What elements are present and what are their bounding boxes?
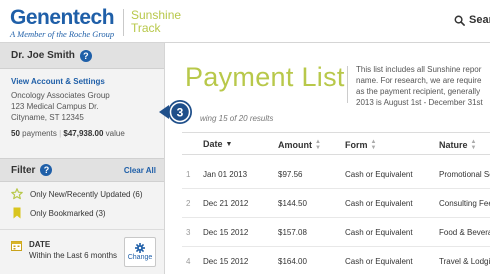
cell-form: Cash or Equivalent xyxy=(345,199,413,208)
logo-tagline: A Member of the Roche Group xyxy=(10,29,115,39)
account-totals: 50 payments | $47,938.00 value xyxy=(11,129,125,138)
payments-count: 50 xyxy=(11,129,20,138)
change-label: Change xyxy=(127,254,153,261)
cell-date: Dec 21 2012 xyxy=(203,199,249,208)
sort-icon: ▲ ▼ xyxy=(315,139,321,151)
cell-date: Dec 15 2012 xyxy=(203,228,249,237)
filter-label: Only New/Recently Updated (6) xyxy=(30,189,143,199)
column-nature[interactable]: Nature ▲ ▼ xyxy=(439,139,476,151)
filter-new-updated[interactable]: Only New/Recently Updated (6) xyxy=(11,188,143,200)
genentech-logo[interactable]: Genentech A Member of the Roche Group xyxy=(10,6,115,39)
app-name-line2: Track xyxy=(131,21,161,35)
intro-line: name. For research, we are require xyxy=(356,76,482,85)
date-label: DATE xyxy=(29,240,51,249)
app-name: Sunshine Track xyxy=(131,9,181,35)
app-header: Genentech A Member of the Roche Group Su… xyxy=(0,0,490,43)
filter-help-icon[interactable]: ? xyxy=(40,164,53,176)
cell-amount: $164.00 xyxy=(278,257,307,266)
column-form[interactable]: Form ▲ ▼ xyxy=(345,139,376,151)
payments-label: payments xyxy=(22,129,57,138)
user-name: Dr. Joe Smith xyxy=(11,50,75,61)
address-line: Cityname, ST 12345 xyxy=(11,113,84,122)
star-outline-icon xyxy=(11,188,23,200)
clear-all-link[interactable]: Clear All xyxy=(124,166,156,175)
cell-nature: Promotional Se xyxy=(439,170,490,179)
intro-text: This list includes all Sunshine repor na… xyxy=(356,64,490,108)
column-amount[interactable]: Amount ▲ ▼ xyxy=(278,139,321,151)
column-label: Date xyxy=(203,139,223,149)
address-line: 123 Medical Campus Dr. xyxy=(11,102,99,111)
cell-form: Cash or Equivalent xyxy=(345,257,413,266)
account-summary: View Account & Settings Oncology Associa… xyxy=(0,69,164,138)
results-count: wing 15 of 20 results xyxy=(200,114,274,123)
column-label: Amount xyxy=(278,140,312,150)
cell-form: Cash or Equivalent xyxy=(345,170,413,179)
change-date-button[interactable]: Change xyxy=(124,237,156,267)
cell-form: Cash or Equivalent xyxy=(345,228,413,237)
user-help-icon[interactable]: ? xyxy=(79,49,92,62)
main-content: Payment List This list includes all Suns… xyxy=(166,43,490,274)
row-number: 4 xyxy=(186,257,191,266)
row-number: 2 xyxy=(186,199,191,208)
step-callout-marker: 3 xyxy=(159,100,192,124)
header-divider xyxy=(123,9,124,36)
cell-date: Dec 15 2012 xyxy=(203,257,249,266)
table-row[interactable]: 2 Dec 21 2012 $144.50 Cash or Equivalent… xyxy=(182,189,490,218)
intro-line: 2013 is August 1st - December 31st xyxy=(356,98,483,107)
search-icon xyxy=(454,15,465,26)
cell-amount: $157.08 xyxy=(278,228,307,237)
intro-line: as the payment recipient, generally xyxy=(356,87,481,96)
table-row[interactable]: 1 Jan 01 2013 $97.56 Cash or Equivalent … xyxy=(182,160,490,189)
table-row[interactable]: 4 Dec 15 2012 $164.00 Cash or Equivalent… xyxy=(182,247,490,274)
intro-line: This list includes all Sunshine repor xyxy=(356,65,482,74)
table-row[interactable]: 3 Dec 15 2012 $157.08 Cash or Equivalent… xyxy=(182,218,490,247)
row-number: 3 xyxy=(186,228,191,237)
sort-desc-icon: ▼ xyxy=(225,140,233,148)
sidebar: Dr. Joe Smith ? View Account & Settings … xyxy=(0,43,165,274)
address-line: Oncology Associates Group xyxy=(11,91,110,100)
cell-date: Jan 01 2013 xyxy=(203,170,248,179)
gear-icon xyxy=(135,243,145,253)
filter-bookmarked[interactable]: Only Bookmarked (3) xyxy=(11,207,106,219)
cell-nature: Travel & Lodgi xyxy=(439,257,490,266)
filter-bar: Filter ? Clear All xyxy=(0,158,164,182)
view-account-link[interactable]: View Account & Settings xyxy=(11,77,153,86)
bookmark-icon xyxy=(13,207,21,219)
total-value: $47,938.00 xyxy=(63,129,104,138)
calendar-icon xyxy=(11,241,22,251)
cell-amount: $97.56 xyxy=(278,170,303,179)
filter-title: Filter xyxy=(11,164,36,176)
search-label: Search xyxy=(469,14,490,26)
sort-icon: ▲ ▼ xyxy=(370,139,377,151)
logo-wordmark: Genentech xyxy=(10,6,115,29)
cell-nature: Food & Bevera xyxy=(439,228,490,237)
page-title: Payment List xyxy=(185,62,345,92)
table-header: Date ▼ Amount ▲ ▼ Form ▲ ▼ Nature ▲ ▼ xyxy=(182,132,490,155)
value-label: value xyxy=(105,129,125,138)
callout-number: 3 xyxy=(177,106,184,120)
row-number: 1 xyxy=(186,170,191,179)
filter-label: Only Bookmarked (3) xyxy=(30,208,106,218)
user-bar: Dr. Joe Smith ? xyxy=(0,43,164,69)
sort-icon: ▲ ▼ xyxy=(470,139,477,151)
column-label: Nature xyxy=(439,140,468,150)
search-button[interactable]: Search xyxy=(454,14,490,26)
title-divider xyxy=(347,66,348,103)
column-label: Form xyxy=(345,140,368,150)
cell-amount: $144.50 xyxy=(278,199,307,208)
cell-nature: Consulting Fee xyxy=(439,199,490,208)
column-date[interactable]: Date ▼ xyxy=(203,139,232,149)
date-filter: DATE Within the Last 6 months Change xyxy=(0,229,164,274)
date-value: Within the Last 6 months xyxy=(29,251,118,260)
